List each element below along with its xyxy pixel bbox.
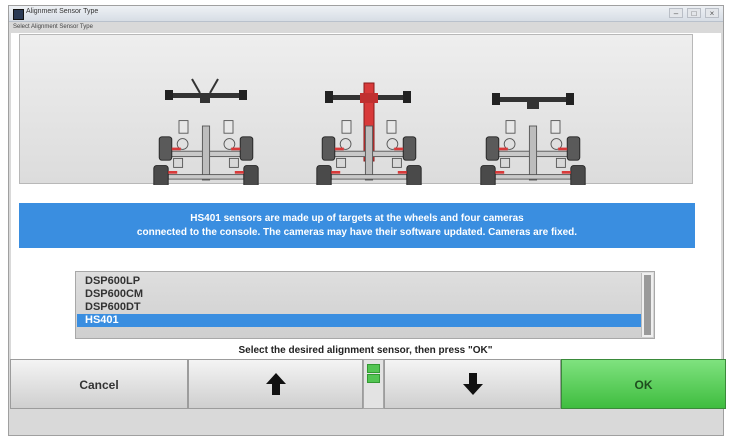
status-indicator xyxy=(363,359,384,409)
list-item[interactable]: DSP600DT xyxy=(77,301,641,314)
list-item[interactable]: DSP600CM xyxy=(77,288,641,301)
window-controls: – □ × xyxy=(669,8,719,18)
description-line-1: HS401 sensors are made up of targets at … xyxy=(190,213,524,224)
indicator-segment xyxy=(367,374,380,383)
scrollbar-thumb[interactable] xyxy=(644,275,651,335)
description-line-2: connected to the console. The cameras ma… xyxy=(136,227,578,238)
sensor-right-illustration xyxy=(480,93,586,185)
app-icon xyxy=(13,9,24,20)
move-down-button[interactable] xyxy=(384,359,561,409)
sensor-illustration xyxy=(153,78,586,185)
indicator-segment xyxy=(367,364,380,373)
sensor-middle-illustration xyxy=(316,82,422,185)
function-button-row: Cancel OK xyxy=(0,359,731,409)
list-item-selected[interactable]: HS401 xyxy=(77,314,641,327)
status-instruction: Select the desired alignment sensor, the… xyxy=(238,345,493,356)
up-arrow-icon xyxy=(265,373,286,395)
list-item[interactable]: DSP600LP xyxy=(77,275,641,288)
title-bar: Alignment Sensor Type – □ × xyxy=(9,6,723,22)
sensor-description-banner: HS401 sensors are made up of targets at … xyxy=(19,203,695,248)
maximize-button[interactable]: □ xyxy=(687,8,701,18)
list-scrollbar[interactable] xyxy=(641,273,653,337)
sensor-left-illustration xyxy=(153,78,259,185)
move-up-button[interactable] xyxy=(188,359,363,409)
down-arrow-icon xyxy=(462,373,483,395)
cancel-button[interactable]: Cancel xyxy=(10,359,188,409)
window-subtitle: Select Alignment Sensor Type xyxy=(13,24,93,30)
close-button[interactable]: × xyxy=(705,8,719,18)
sensor-type-list[interactable]: DSP600LP DSP600CM DSP600DT HS401 xyxy=(75,271,655,339)
window-title: Alignment Sensor Type xyxy=(26,8,99,15)
minimize-button[interactable]: – xyxy=(669,8,683,18)
ok-button[interactable]: OK xyxy=(561,359,726,409)
sensor-illustration-panel xyxy=(19,34,693,185)
